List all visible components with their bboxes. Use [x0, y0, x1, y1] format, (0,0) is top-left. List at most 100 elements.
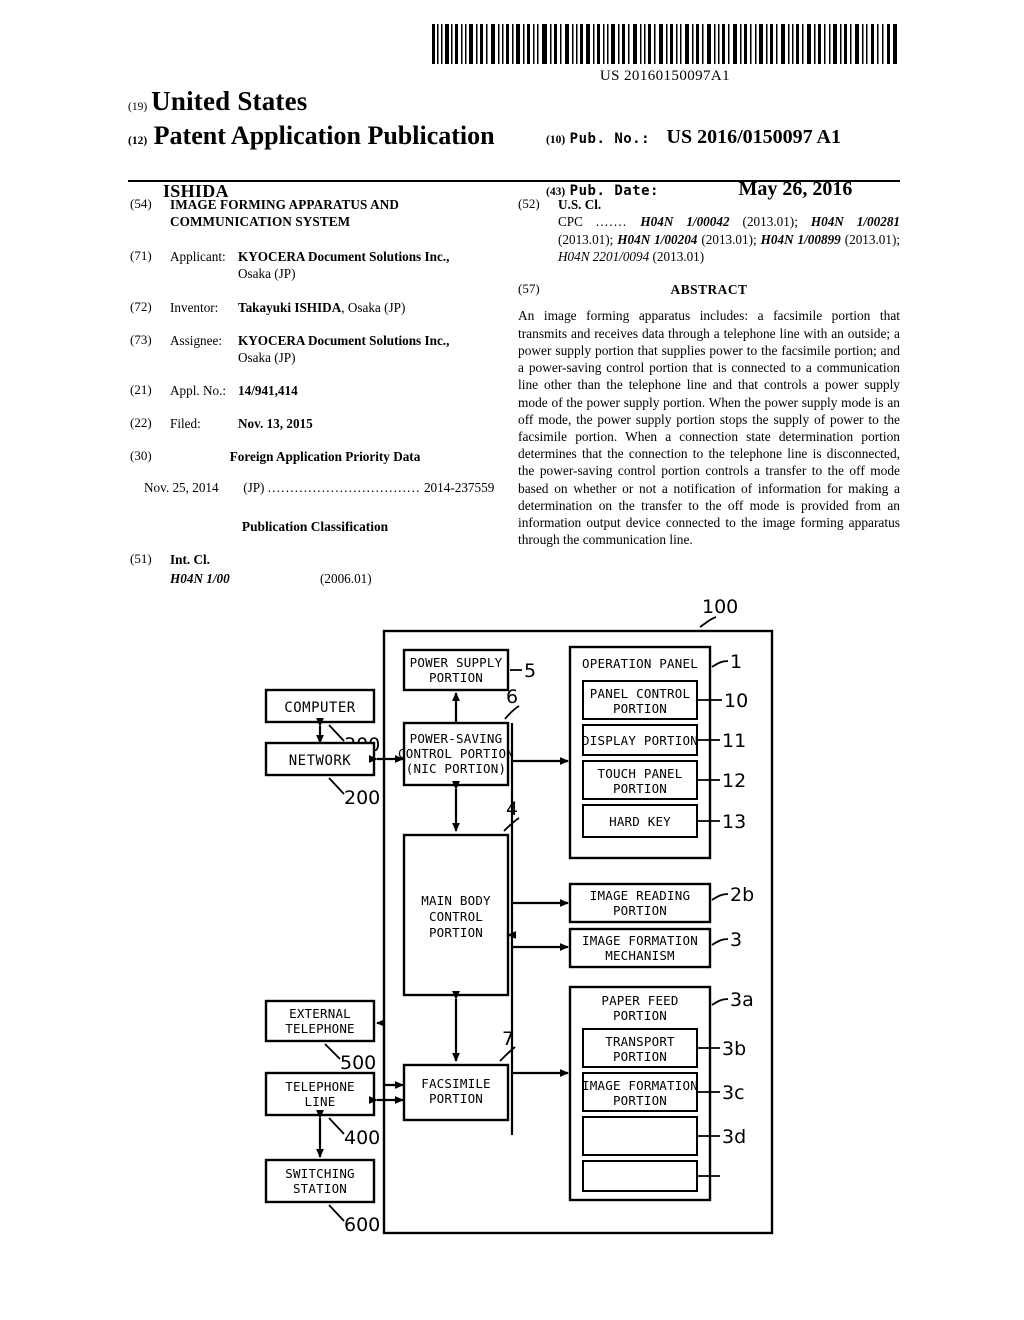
label-imagereading-1: IMAGE FORMATION	[582, 933, 698, 948]
label-imageformmech-1: PAPER FEED	[601, 993, 678, 1008]
country-line: (19) United States	[128, 86, 900, 117]
cpc-version-1: (2013.01);	[558, 231, 614, 247]
cpc-symbol-4: H04N 2201/0094	[558, 249, 650, 264]
barcode-icon	[432, 24, 897, 64]
field-code-73: (73)	[130, 331, 152, 347]
appl-no-value: 14/941,414	[238, 383, 298, 399]
label-transport-1: IMAGE FORMATION	[582, 1078, 698, 1093]
label-origdoc-2: PORTION	[613, 903, 667, 918]
assignee-city: Osaka (JP)	[238, 349, 296, 365]
ref-10: 10	[724, 690, 748, 712]
filed-value: Nov. 13, 2015	[238, 416, 313, 432]
pub-no-value: US 2016/0150097 A1	[666, 126, 841, 148]
cpc-version-4: (2013.01)	[652, 249, 705, 264]
abstract-heading-row: (57) ABSTRACT	[518, 281, 900, 297]
label-touch-panel-2: PORTION	[613, 781, 667, 796]
field-appl-no: (21) Appl. No.: 14/941,414	[130, 382, 510, 399]
ref-500: 500	[340, 1052, 376, 1074]
label-power-saving-2: CONTROL PORTION	[398, 746, 514, 761]
publication-number-barcode-text: US 20160150097A1	[599, 68, 731, 84]
leader-400	[328, 1117, 345, 1135]
priority-number: 2014-237559	[423, 479, 495, 495]
field-inventor: (72) Inventor: Takayuki ISHIDA, Osaka (J…	[130, 299, 510, 316]
field-applicant: (71) Applicant: KYOCERA Document Solutio…	[130, 248, 510, 282]
ref-5: 5	[524, 660, 536, 682]
leader-200	[328, 777, 345, 795]
cpc-symbol-3: H04N 1/00899	[760, 231, 841, 247]
label-origdoc-1: IMAGE READING	[590, 888, 690, 903]
priority-date: Nov. 25, 2014	[144, 479, 219, 495]
ref-6: 6	[506, 686, 518, 708]
leader-2a	[711, 893, 729, 901]
assignee-label: Assignee:	[170, 332, 223, 348]
inventor-city: , Osaka (JP)	[341, 299, 406, 315]
ref-400: 400	[344, 1127, 380, 1149]
label-main-body-3: PORTION	[429, 925, 483, 940]
cpc-entries: CPC ....... H04N 1/00042 (2013.01); H04N…	[558, 213, 900, 265]
ref-13: 13	[722, 811, 746, 833]
publication-classification-heading: Publication Classification	[241, 518, 389, 534]
leader-2b	[711, 938, 729, 946]
invention-title-line2: COMMUNICATION SYSTEM	[170, 214, 351, 230]
pub-no-label: Pub. No.:	[569, 131, 651, 147]
label-power-supply-2: PORTION	[429, 670, 483, 685]
int-cl-version: (2006.01)	[320, 571, 372, 587]
leader-300	[328, 724, 345, 742]
int-cl-label: Int. Cl.	[170, 552, 210, 568]
label-touch-panel-1: TOUCH PANEL	[598, 766, 683, 781]
label-main-body-1: MAIN BODY	[421, 893, 491, 908]
bibliographic-right-column: (52) U.S. Cl. CPC ....... H04N 1/00042 (…	[518, 196, 900, 548]
field-code-52: (52)	[518, 196, 540, 211]
cpc-version-3: (2013.01);	[844, 231, 901, 247]
block-diagram-svg: .bx { fill:#fff; stroke:#000; stroke-wid…	[264, 596, 774, 1236]
code-12: (12)	[128, 135, 148, 147]
applicant-value: KYOCERA Document Solutions Inc., Osaka (…	[238, 248, 510, 282]
label-paperfeed-1: TRANSPORT	[605, 1034, 675, 1049]
field-code-30: (30)	[130, 448, 152, 464]
label-display-portion: DISPLAY PORTION	[582, 733, 698, 748]
label-imageformmech-2: PORTION	[613, 1008, 667, 1023]
doc-type-line: (12) Patent Application Publication (10)…	[128, 121, 900, 201]
label-panel-control-1: PANEL CONTROL	[590, 686, 690, 701]
cpc-version-0: (2013.01);	[742, 214, 798, 230]
assignee-company: KYOCERA Document Solutions Inc.,	[238, 332, 450, 348]
label-switching-station-2: STATION	[293, 1181, 347, 1196]
doc-type-title: Patent Application Publication	[153, 121, 495, 150]
cpc-version-2: (2013.01);	[701, 231, 757, 247]
label-main-body-2: CONTROL	[429, 909, 483, 924]
label-telephone-line-1: TELEPHONE	[285, 1079, 355, 1094]
doc-type-group: (12) Patent Application Publication	[128, 121, 495, 151]
label-operation-panel: OPERATION PANEL	[582, 656, 698, 671]
block-fixing-portion	[582, 1160, 698, 1192]
appl-no-label: Appl. No.:	[170, 383, 227, 399]
inventor-label: Inventor:	[170, 299, 219, 315]
label-switching-station-1: SWITCHING	[285, 1166, 355, 1181]
field-code-71: (71)	[130, 248, 152, 264]
label-paperfeed-2: PORTION	[613, 1049, 667, 1064]
field-us-cl: (52) U.S. Cl. CPC ....... H04N 1/00042 (…	[518, 196, 900, 265]
country-name: United States	[151, 86, 308, 116]
ref-12: 12	[722, 770, 746, 792]
label-imagereading-2: MECHANISM	[605, 948, 675, 963]
ref-2a: 2b	[730, 884, 754, 906]
label-external-telephone-1: EXTERNAL	[289, 1006, 351, 1021]
applicant-company: KYOCERA Document Solutions Inc.,	[238, 249, 450, 265]
ref-11: 11	[722, 730, 746, 752]
label-hard-key: HARD KEY	[609, 814, 671, 829]
int-cl-entry: H04N 1/00 (2006.01)	[130, 570, 510, 587]
field-code-72: (72)	[130, 298, 152, 314]
header-divider	[128, 180, 900, 182]
priority-dots: ..................................	[267, 479, 421, 495]
priority-country: (JP)	[243, 479, 265, 495]
ref-3a: 3b	[722, 1038, 746, 1060]
ref-3c: 3d	[722, 1126, 746, 1148]
int-cl-symbol: H04N 1/00	[170, 571, 230, 587]
label-computer: COMPUTER	[284, 700, 356, 716]
field-code-51: (51)	[130, 551, 152, 567]
foreign-priority-heading: Foreign Application Priority Data	[229, 449, 421, 465]
us-cl-label: U.S. Cl.	[558, 197, 602, 212]
field-int-cl: (51) Int. Cl. H04N 1/00 (2006.01)	[130, 551, 510, 587]
inventor-name: Takayuki ISHIDA	[238, 299, 342, 315]
document-header: (19) United States (12) Patent Applicati…	[128, 86, 900, 201]
leader-3	[711, 998, 729, 1006]
